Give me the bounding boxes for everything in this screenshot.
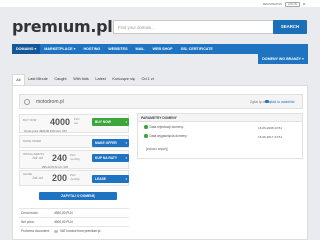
add-to-watchlist-link[interactable]: Add to watchlist	[265, 100, 295, 104]
domain-parameters: PARAMETRY DOMENY Data rejestracji domeny…	[137, 113, 303, 159]
nav-ssl-certificate[interactable]: SSL CERTIFICATE	[177, 44, 217, 54]
poland-flag-icon	[54, 229, 58, 233]
tab-from-1-zl[interactable]: Od 1 zł	[138, 73, 157, 85]
gross-label: Cena brutto:	[21, 211, 39, 215]
nav-websites[interactable]: WEBSITES	[104, 44, 131, 54]
lease-tag: LEASE	[23, 172, 33, 176]
ask-about-domain-button[interactable]: ZAPYTAJ O DOMENĘ	[39, 192, 117, 200]
nav-industry-domains[interactable]: DOMENY WG BRANŻY ▾	[258, 54, 308, 64]
search-button[interactable]: SEARCH	[273, 20, 307, 34]
buy-now-tag: BUY NOW	[23, 118, 37, 122]
nav-mail[interactable]: MAIL	[132, 44, 149, 54]
make-offer-tag: MAKE OFFER	[23, 139, 42, 143]
filter-tabs: All Last Minute Caught With bids Latest …	[12, 73, 308, 85]
lease-currency-sub: monthly	[70, 176, 80, 181]
nav-marketplace[interactable]: MARKETPLACE ▾	[40, 44, 79, 54]
proforma-value: VAT invoice from premium.pl	[54, 229, 100, 233]
tab-latest[interactable]: Latest	[92, 73, 109, 85]
installments-button[interactable]: KUP NA RATY	[92, 154, 129, 162]
language-link[interactable]: PL	[303, 3, 306, 6]
installments-sub: 295,20 PLN incl. VAT	[42, 165, 69, 169]
tab-caught[interactable]: Caught	[51, 73, 70, 85]
nav-web-shop[interactable]: WEB SHOP	[149, 44, 177, 54]
nav-hosting[interactable]: HOSTING	[79, 44, 104, 54]
lease-price: 200	[52, 173, 68, 183]
main-nav: DOMAINS ▾ MARKETPLACE ▾ HOSTING WEBSITES…	[12, 44, 308, 54]
see-more-link[interactable]: [zobacz więcej]	[146, 147, 168, 151]
domain-panel: motodrom.pl Zgłoś tę ofertę Add to watch…	[12, 85, 308, 240]
buy-now-button[interactable]: BUY NOW	[92, 118, 129, 126]
net-value: 4000,00 PLN	[54, 220, 73, 224]
buy-now-price: 4000	[50, 117, 71, 127]
top-bar: REGISTRATION LOG IN PL	[0, 0, 320, 7]
gross-price: Gross price 4920,00 PLN incl. VAT	[24, 129, 67, 133]
tab-all[interactable]: All	[12, 73, 25, 85]
nav-domains[interactable]: DOMAINS ▾	[12, 44, 41, 54]
tab-with-bids[interactable]: With bids	[70, 73, 92, 85]
globe-icon	[24, 99, 30, 105]
make-offer-button[interactable]: MAKE OFFER	[92, 138, 129, 147]
proforma-text: VAT invoice from premium.pl	[60, 229, 101, 233]
table-row: Net price: 4000,00 PLN	[19, 217, 129, 226]
login-button[interactable]: LOG IN	[285, 2, 300, 7]
parameters-title: PARAMETRY DOMENY	[138, 114, 302, 122]
tab-ending[interactable]: Kończące się	[109, 73, 138, 85]
buy-now-block: BUY NOW 4000 PLN net BUY NOW Gross price…	[19, 114, 129, 133]
tab-last-minute[interactable]: Last Minute	[25, 73, 51, 85]
check-icon	[144, 125, 148, 129]
installments-from: Już od	[32, 156, 43, 160]
site-logo[interactable]: premıum.pl	[12, 17, 113, 36]
expiry-date-label: Data wygaśnięcia domeny:	[144, 134, 188, 138]
proforma-label: Proforma document:	[21, 229, 50, 233]
table-row: Cena brutto: 4920,00 PLN	[19, 208, 129, 217]
register-link[interactable]: REGISTRATION	[263, 3, 282, 6]
domain-header: motodrom.pl Zgłoś tę ofertę Add to watch…	[19, 94, 303, 109]
account-links: REGISTRATION LOG IN PL	[263, 2, 306, 7]
check-icon	[144, 134, 148, 138]
search-input[interactable]: Find your domain...	[113, 20, 274, 34]
registration-date-label: Data rejestracji domeny:	[144, 125, 184, 129]
lease-block: LEASE Już od 200 PLN monthly LEASE	[19, 170, 129, 186]
price-info-table: Cena brutto: 4920,00 PLN Net price: 4000…	[19, 208, 129, 235]
registration-date-value: 16.06.2008 23:51	[258, 125, 283, 130]
lease-button[interactable]: LEASE	[92, 175, 129, 183]
lease-from: Już od	[32, 176, 43, 180]
make-offer-block: MAKE OFFER MAKE OFFER	[19, 135, 129, 148]
expiry-date-value: 16.06.2017 23:51	[258, 134, 283, 139]
installments-block: INSTALLMENTS Już od 240 PLN monthly KUP …	[19, 150, 129, 169]
table-row: Proforma document: VAT invoice from prem…	[19, 226, 129, 235]
gross-value: 4920,00 PLN	[54, 211, 73, 215]
buy-now-currency-sub: net	[74, 120, 78, 125]
domain-name: motodrom.pl	[36, 99, 64, 105]
installments-currency-sub: monthly	[70, 156, 80, 161]
installments-price: 240	[52, 153, 68, 163]
registration-date-text: Data rejestracji domeny:	[149, 125, 184, 129]
expiry-date-text: Data wygaśnięcia domeny:	[149, 134, 188, 138]
net-label: Net price:	[21, 220, 35, 224]
